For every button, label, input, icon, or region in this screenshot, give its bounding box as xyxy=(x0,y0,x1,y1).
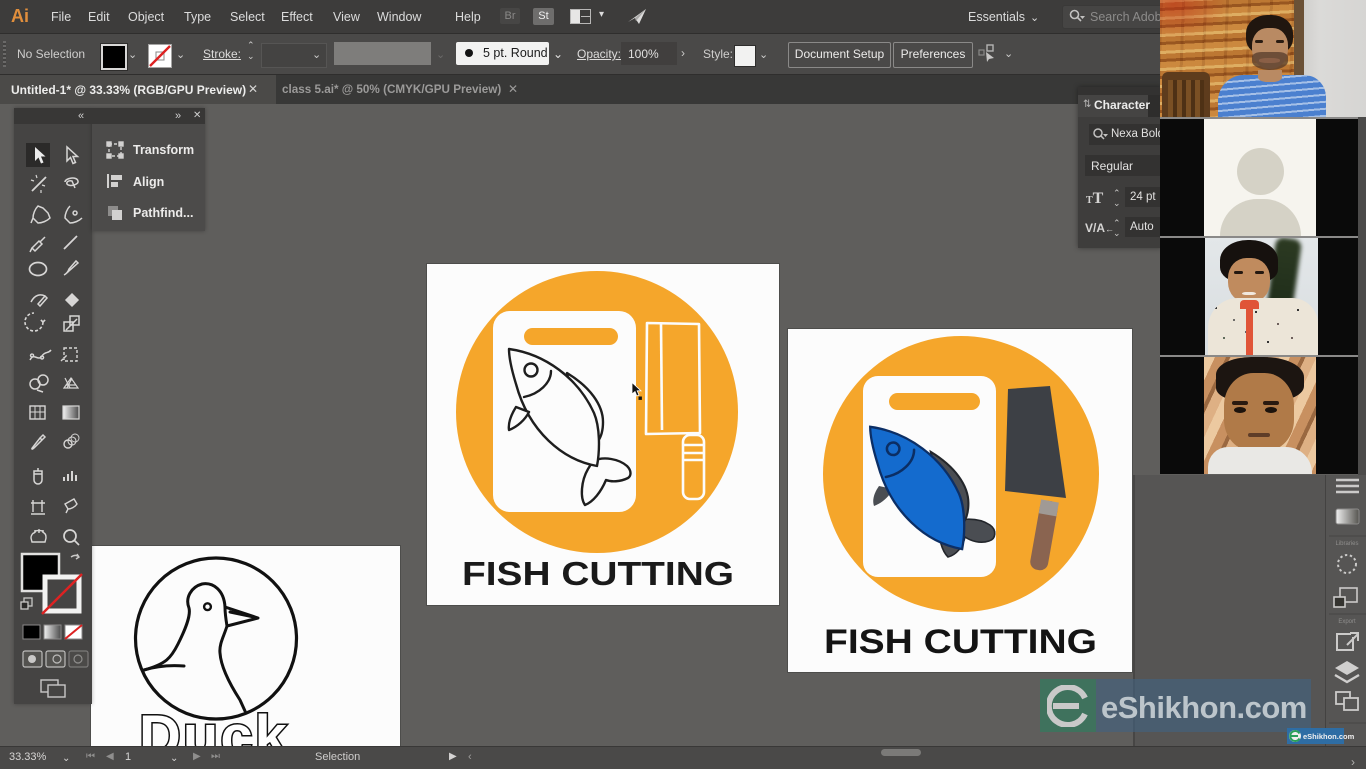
svg-text:Libraries: Libraries xyxy=(1335,541,1358,547)
svg-text:Duck: Duck xyxy=(139,704,289,746)
svg-text:FISH CUTTING: FISH CUTTING xyxy=(824,623,1097,661)
svg-text:FISH CUTTING: FISH CUTTING xyxy=(462,555,734,592)
svg-text:Export: Export xyxy=(1338,619,1356,625)
